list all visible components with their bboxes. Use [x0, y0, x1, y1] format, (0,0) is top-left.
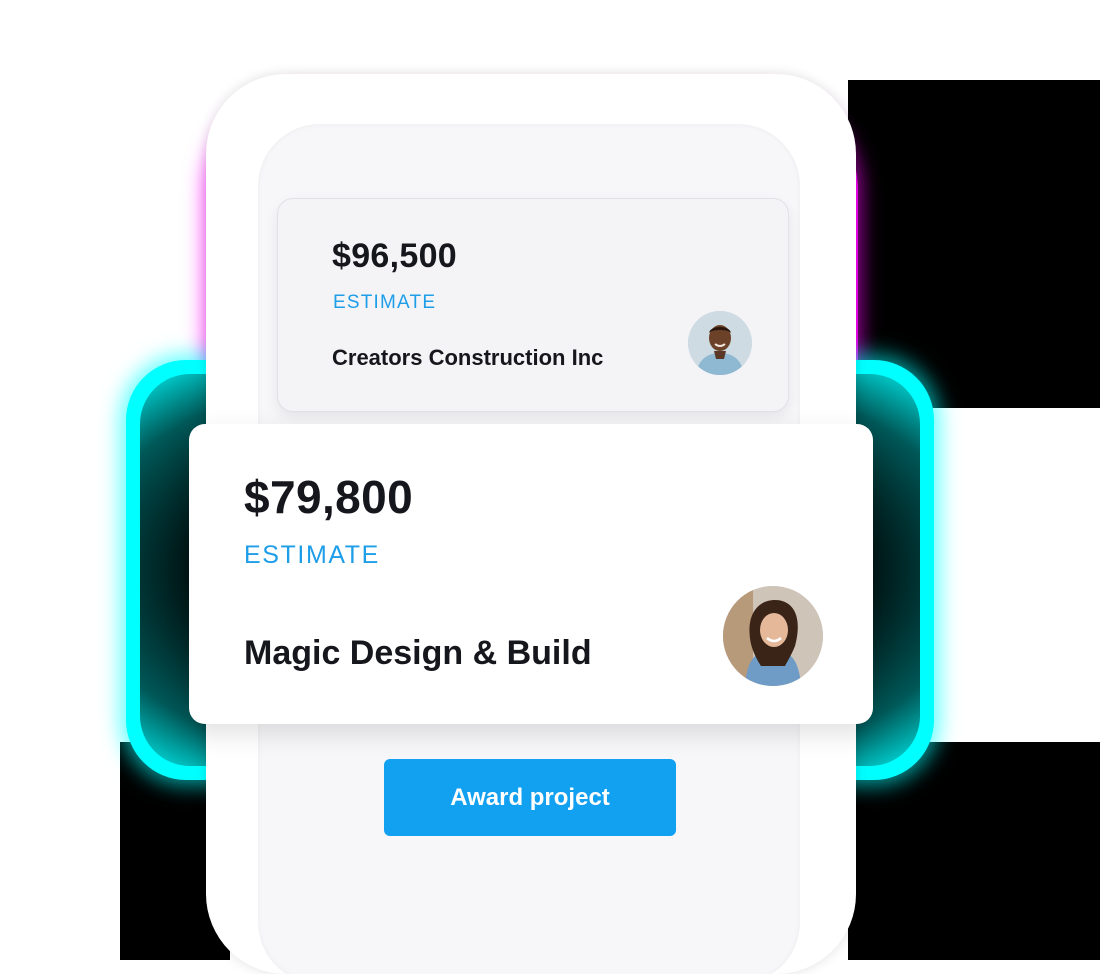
- estimate-amount: $79,800: [244, 471, 414, 523]
- company-name: Creators Construction Inc: [332, 345, 604, 370]
- backdrop-block-top-right: [848, 80, 1100, 408]
- avatar-woman-icon: [723, 586, 823, 686]
- company-name: Magic Design & Build: [244, 634, 592, 672]
- estimate-amount: $96,500: [332, 237, 458, 275]
- estimate-label: ESTIMATE: [333, 292, 437, 313]
- avatar-man-icon: [688, 311, 752, 375]
- estimate-card-front[interactable]: $79,800 ESTIMATE Magic Design & Build: [189, 424, 873, 724]
- estimate-card-back[interactable]: $96,500 ESTIMATE Creators Construction I…: [277, 198, 789, 412]
- award-project-button[interactable]: Award project: [384, 759, 676, 836]
- estimate-label: ESTIMATE: [244, 541, 380, 569]
